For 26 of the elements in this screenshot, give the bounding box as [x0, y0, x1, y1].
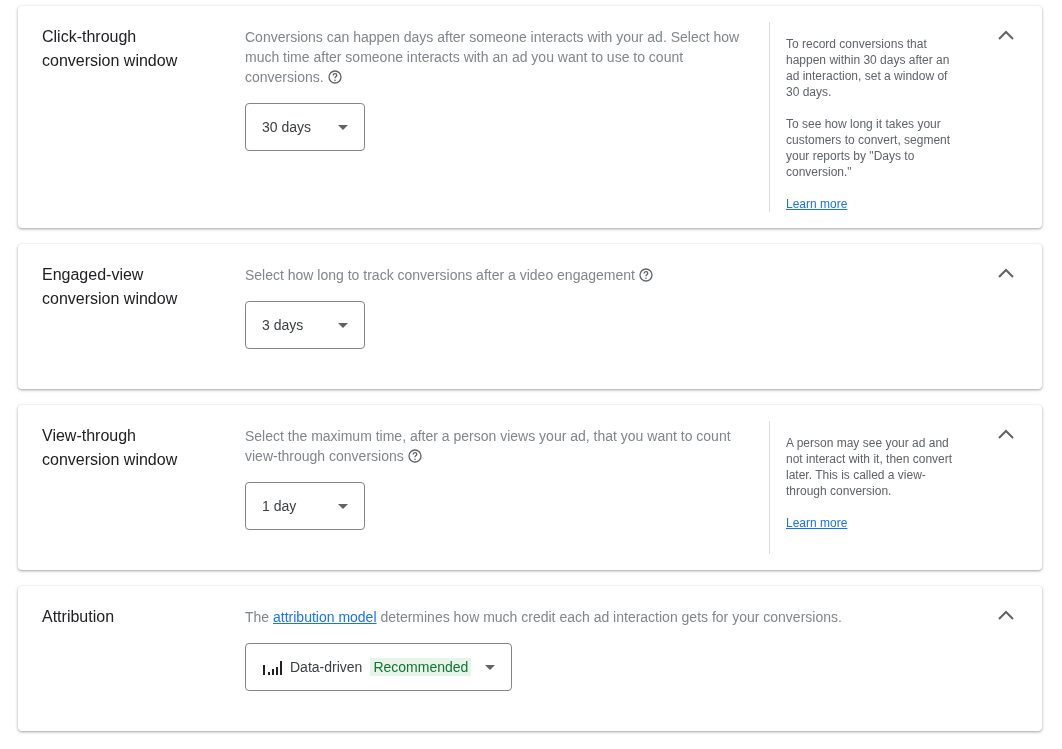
dropdown-arrow-icon: [338, 124, 348, 130]
duration-dropdown[interactable]: 30 days: [245, 103, 365, 151]
dropdown-arrow-icon: [338, 503, 348, 509]
section-title: Click-through conversion window: [42, 27, 179, 71]
recommended-badge: Recommended: [370, 658, 472, 676]
learn-more-link[interactable]: Learn more: [786, 516, 848, 530]
side-note-text: To record conversions that happen within 30 days after an ad interaction, set a window of 30 days.: [786, 36, 951, 100]
attribution-model-link[interactable]: attribution model: [273, 609, 377, 625]
duration-dropdown[interactable]: 3 days: [245, 301, 365, 349]
section-description: The attribution model determines how much credit each ad interaction gets for your conversions.: [245, 608, 843, 627]
section-title: Attribution: [42, 607, 116, 627]
duration-dropdown[interactable]: Data-driven Recommended: [245, 643, 513, 691]
section-description: Conversions can happen days after someone interacts with your ad. Select how much time after someone interacts with an ad you want to use to count conversions.: [245, 28, 741, 87]
side-note-text: To see how long it takes your customers to convert, segment your reports by "Days to conversion.": [786, 116, 952, 180]
help-icon[interactable]: [327, 70, 342, 84]
duration-dropdown[interactable]: 1 day: [245, 482, 365, 530]
help-icon[interactable]: [407, 449, 422, 463]
side-note-text: A person may see your ad and not interact with it, then convert later. This is called a view-through conversion.: [786, 435, 954, 499]
help-icon[interactable]: [638, 268, 653, 282]
section-description: Select how long to track conversions after a video engagement: [245, 260, 980, 285]
learn-more-link[interactable]: Learn more: [786, 197, 848, 211]
dropdown-arrow-icon: [338, 322, 348, 328]
section-description: Select the maximum time, after a person views your ad, that you want to count view-through conversions: [245, 427, 732, 466]
section-title: View-through conversion window: [42, 426, 179, 470]
dropdown-arrow-icon: [485, 664, 496, 670]
section-title: Engaged-view conversion window: [42, 265, 179, 309]
